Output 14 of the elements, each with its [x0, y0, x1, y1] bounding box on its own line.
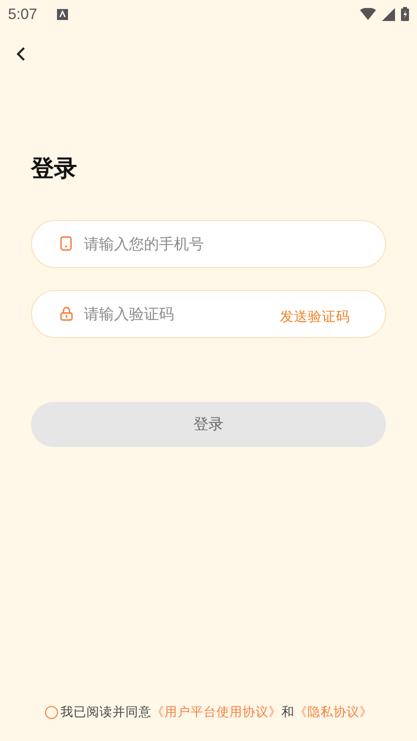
agreement-checkbox[interactable] [44, 706, 58, 719]
user-agreement-link[interactable]: 《用户平台使用协议》 [152, 704, 282, 719]
privacy-policy-link[interactable]: 《隐私协议》 [294, 704, 372, 719]
wifi-icon [360, 8, 376, 20]
battery-icon [401, 7, 409, 21]
signal-icon [382, 8, 395, 20]
notification-icon [57, 8, 68, 20]
phone-icon [60, 236, 72, 251]
page-title: 登录 [31, 155, 77, 184]
phone-field[interactable]: 请输入您的手机号 [31, 220, 386, 268]
lock-icon [60, 306, 73, 321]
agreement-text: 我已阅读并同意《用户平台使用协议》和《隐私协议》 [60, 704, 372, 721]
send-code-button[interactable]: 发送验证码 [280, 308, 350, 326]
status-time: 5:07 [8, 6, 38, 22]
